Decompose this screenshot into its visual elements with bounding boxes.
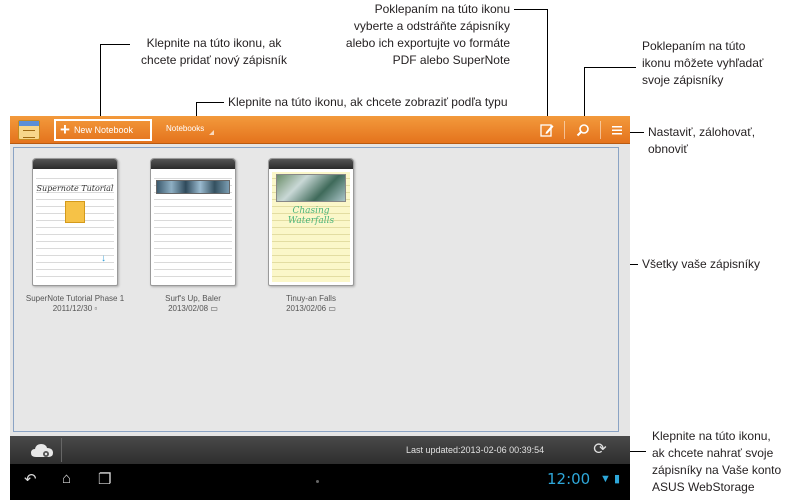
- leader-line-settings: [628, 132, 644, 133]
- last-updated-text: Last updated:2013-02-06 00:39:54: [406, 445, 545, 455]
- plus-icon: +: [60, 120, 70, 139]
- notebook-title: Surf's Up, Baler: [165, 294, 221, 303]
- recent-apps-icon[interactable]: ❐: [98, 470, 111, 488]
- leader-line-new-notebook-v: [100, 44, 101, 120]
- callout-search: Poklepaním na túto ikonu môžete vyhľadať…: [642, 39, 764, 87]
- notebook-type-icon: ▫: [94, 304, 98, 313]
- nav-dot: [316, 480, 319, 483]
- callout-by-type: Klepnite na túto ikonu, ak chcete zobraz…: [228, 95, 508, 109]
- notebook-shelf: Supernote Tutorial ↓ SuperNote Tutorial …: [13, 147, 619, 432]
- notebook-spine: [33, 159, 117, 169]
- notebook-cover: [154, 172, 232, 282]
- system-nav-bar: ↶ ⌂ ❐ 12:00 ▼ ▮: [10, 464, 630, 500]
- notebook-card[interactable]: Supernote Tutorial ↓: [32, 158, 118, 286]
- notebook-card[interactable]: Chasing Waterfalls: [268, 158, 354, 286]
- leader-line-new-notebook-h: [100, 44, 130, 45]
- cover-photo-collage: [276, 174, 346, 202]
- action-separator: [600, 121, 601, 139]
- callout-settings: Nastaviť, zálohovať, obnoviť: [648, 125, 756, 156]
- notebook-cover-title: Supernote Tutorial: [36, 184, 114, 193]
- notebook-date: 2011/12/30 ▫: [52, 304, 98, 313]
- cover-arrow-icon: ↓: [101, 253, 106, 264]
- notebook-spine: [269, 159, 353, 169]
- refresh-icon[interactable]: ⟳: [590, 440, 610, 460]
- callout-upload: Klepnite na túto ikonu, ak chcete nahrať…: [652, 429, 782, 494]
- callout-new-notebook: Klepnite na túto ikonu, ak chcete pridať…: [141, 36, 287, 67]
- notebook-cover: Supernote Tutorial ↓: [36, 172, 114, 282]
- notebook-date: 2013/02/08 ▭: [168, 304, 218, 313]
- menu-icon[interactable]: [606, 120, 628, 140]
- notebook-card[interactable]: [150, 158, 236, 286]
- notebook-spine: [151, 159, 235, 169]
- supernote-app-icon[interactable]: [18, 120, 40, 140]
- home-icon[interactable]: ⌂: [62, 470, 71, 487]
- notebook-type-icon: ▭: [328, 304, 336, 313]
- notebook-caption: Tinuy-an Falls 2013/02/06 ▭: [252, 294, 370, 314]
- back-icon[interactable]: ↶: [24, 470, 37, 488]
- notebook-title: SuperNote Tutorial Phase 1: [25, 294, 125, 303]
- wifi-battery-icons: ▼ ▮: [600, 473, 620, 485]
- leader-line-select-h: [514, 9, 548, 10]
- leader-line-by-type-h: [196, 102, 224, 103]
- leader-line-select-v: [547, 9, 548, 119]
- new-notebook-label: New Notebook: [73, 125, 133, 135]
- edit-select-icon[interactable]: [536, 120, 558, 140]
- new-notebook-button[interactable]: + New Notebook: [54, 119, 152, 141]
- search-icon[interactable]: [572, 120, 594, 140]
- notebook-title: Tinuy-an Falls: [286, 294, 336, 303]
- cover-photo-strip: [156, 180, 230, 194]
- supernote-screen: + New Notebook Notebooks Supernote Tutor…: [10, 116, 630, 500]
- status-clock: 12:00: [547, 470, 591, 488]
- notebooks-dropdown[interactable]: Notebooks: [166, 124, 215, 135]
- notebook-cover-title: Chasing Waterfalls: [287, 206, 335, 226]
- notebook-type-icon: ▭: [210, 304, 218, 313]
- notebook-date: 2013/02/06 ▭: [286, 304, 336, 313]
- callout-select-delete: Poklepaním na túto ikonu vyberte a odstr…: [345, 2, 510, 67]
- notebook-caption: SuperNote Tutorial Phase 1 2011/12/30 ▫: [14, 294, 136, 314]
- cloud-upload-icon[interactable]: [22, 438, 62, 462]
- bottom-bar: Last updated:2013-02-06 00:39:54 ⟳: [10, 436, 630, 464]
- action-separator: [564, 121, 565, 139]
- leader-line-search-h: [584, 67, 636, 68]
- action-bar: + New Notebook Notebooks: [10, 116, 630, 144]
- notebook-caption: Surf's Up, Baler 2013/02/08 ▭: [134, 294, 252, 314]
- callout-all-notebooks: Všetky vaše zápisníky: [642, 257, 761, 271]
- cover-sticky-note: [65, 201, 85, 223]
- notebook-cover: Chasing Waterfalls: [272, 172, 350, 282]
- leader-line-search-v: [584, 67, 585, 119]
